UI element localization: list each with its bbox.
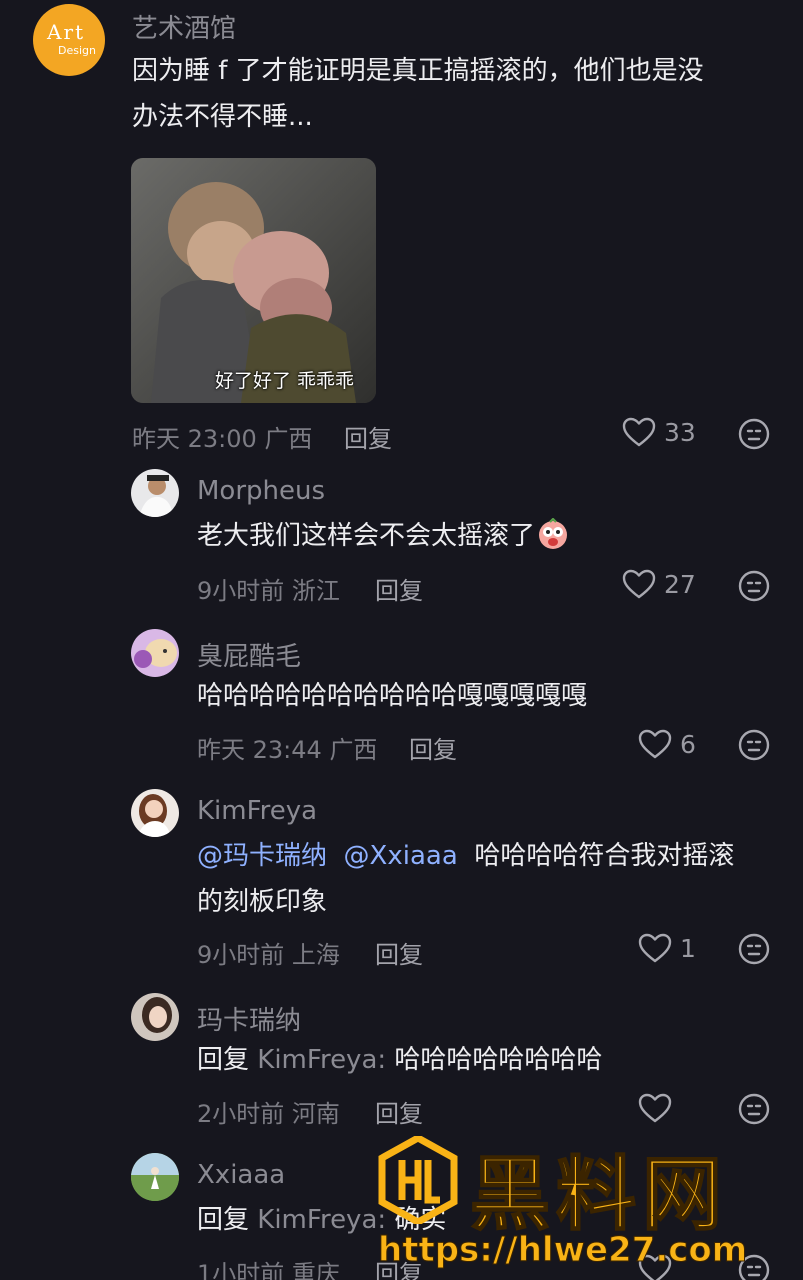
- comment-author[interactable]: Morpheus: [197, 476, 325, 506]
- comment-time: 昨天 23:00 广西: [132, 425, 313, 453]
- reply-target[interactable]: KimFreya:: [257, 1205, 386, 1235]
- comment-location: 广西: [264, 425, 313, 453]
- comment-time: 昨天 23:44 广西: [197, 736, 378, 764]
- reply-button[interactable]: 回复: [344, 419, 392, 454]
- comment-text-line: 因为睡 f 了才能证明是真正搞摇滚的，他们也是没: [132, 56, 704, 86]
- comment-text: 回复 KimFreya: 哈哈哈哈哈哈哈哈: [197, 1045, 603, 1075]
- like-button[interactable]: [638, 1093, 680, 1123]
- watermark: 黑料网 https://hlwe27.com: [377, 1130, 798, 1280]
- comment-author[interactable]: Xxiaaa: [197, 1160, 285, 1190]
- avatar[interactable]: [131, 469, 179, 517]
- avatar[interactable]: [131, 993, 179, 1041]
- comment-author[interactable]: KimFreya: [197, 796, 317, 826]
- comment-time: 9小时前 浙江: [197, 577, 340, 605]
- like-count: 6: [680, 729, 696, 759]
- watermark-title: 黑料网: [469, 1147, 728, 1242]
- comment-location: 广西: [329, 736, 378, 764]
- mention-link[interactable]: @玛卡瑞纳: [197, 841, 327, 871]
- comment-image[interactable]: 好了好了 乖乖乖: [131, 158, 376, 403]
- heart-icon: [638, 729, 672, 759]
- comment-location: 河南: [291, 1100, 340, 1128]
- like-count: 33: [664, 417, 696, 447]
- comment-author[interactable]: 臭屁酷毛: [197, 636, 301, 673]
- dislike-face-icon[interactable]: [738, 570, 770, 602]
- reply-button[interactable]: 回复: [375, 935, 423, 970]
- comment-thread: Art Design 艺术酒馆 因为睡 f 了才能证明是真正搞摇滚的，他们也是没…: [0, 0, 803, 1280]
- reply-button[interactable]: 回复: [375, 571, 423, 606]
- reply-target[interactable]: KimFreya:: [257, 1045, 386, 1075]
- avatar[interactable]: [131, 1153, 179, 1201]
- comment-text-line: 的刻板印象: [197, 887, 328, 917]
- watermark-url: https://hlwe27.com: [377, 1230, 748, 1271]
- dislike-face-icon[interactable]: [738, 933, 770, 965]
- comment-location: 重庆: [291, 1260, 340, 1280]
- comment-text: 老大我们这样会不会太摇滚了: [197, 513, 569, 559]
- dislike-face-icon[interactable]: [738, 729, 770, 761]
- comment-author[interactable]: 玛卡瑞纳: [197, 1000, 301, 1037]
- avatar[interactable]: [131, 629, 179, 677]
- image-caption: 好了好了 乖乖乖: [215, 370, 355, 392]
- heart-icon: [622, 569, 656, 599]
- heart-icon: [638, 1093, 672, 1123]
- comment-time: 1小时前 重庆: [197, 1254, 340, 1280]
- heart-icon: [638, 933, 672, 963]
- reply-button[interactable]: 回复: [375, 1094, 423, 1129]
- comment-location: 上海: [291, 941, 340, 969]
- heart-icon: [622, 417, 656, 447]
- face-emoji-icon: [539, 517, 568, 549]
- like-button[interactable]: 1: [638, 933, 696, 963]
- comment-text-line: 办法不得不睡...: [132, 102, 313, 132]
- comment-text: 哈哈哈哈哈哈哈哈哈哈嘎嘎嘎嘎嘎: [197, 681, 588, 711]
- like-button[interactable]: 33: [622, 417, 696, 447]
- dislike-face-icon[interactable]: [738, 1093, 770, 1125]
- avatar[interactable]: [131, 789, 179, 837]
- like-button[interactable]: 6: [638, 729, 696, 759]
- reply-button[interactable]: 回复: [409, 730, 457, 765]
- comment-time: 9小时前 上海: [197, 941, 340, 969]
- comment-location: 浙江: [291, 577, 340, 605]
- dislike-face-icon[interactable]: [738, 418, 770, 450]
- like-count: 1: [680, 933, 696, 963]
- comment-time: 2小时前 河南: [197, 1100, 340, 1128]
- mention-link[interactable]: @Xxiaaa: [344, 841, 458, 871]
- comment-text: @玛卡瑞纳 @Xxiaaa 哈哈哈哈符合我对摇滚: [197, 841, 735, 871]
- watermark-logo-icon: [378, 1136, 458, 1224]
- comment-author[interactable]: 艺术酒馆: [132, 8, 236, 45]
- avatar[interactable]: Art Design: [33, 4, 105, 76]
- like-count: 27: [664, 569, 696, 599]
- like-button[interactable]: 27: [622, 569, 696, 599]
